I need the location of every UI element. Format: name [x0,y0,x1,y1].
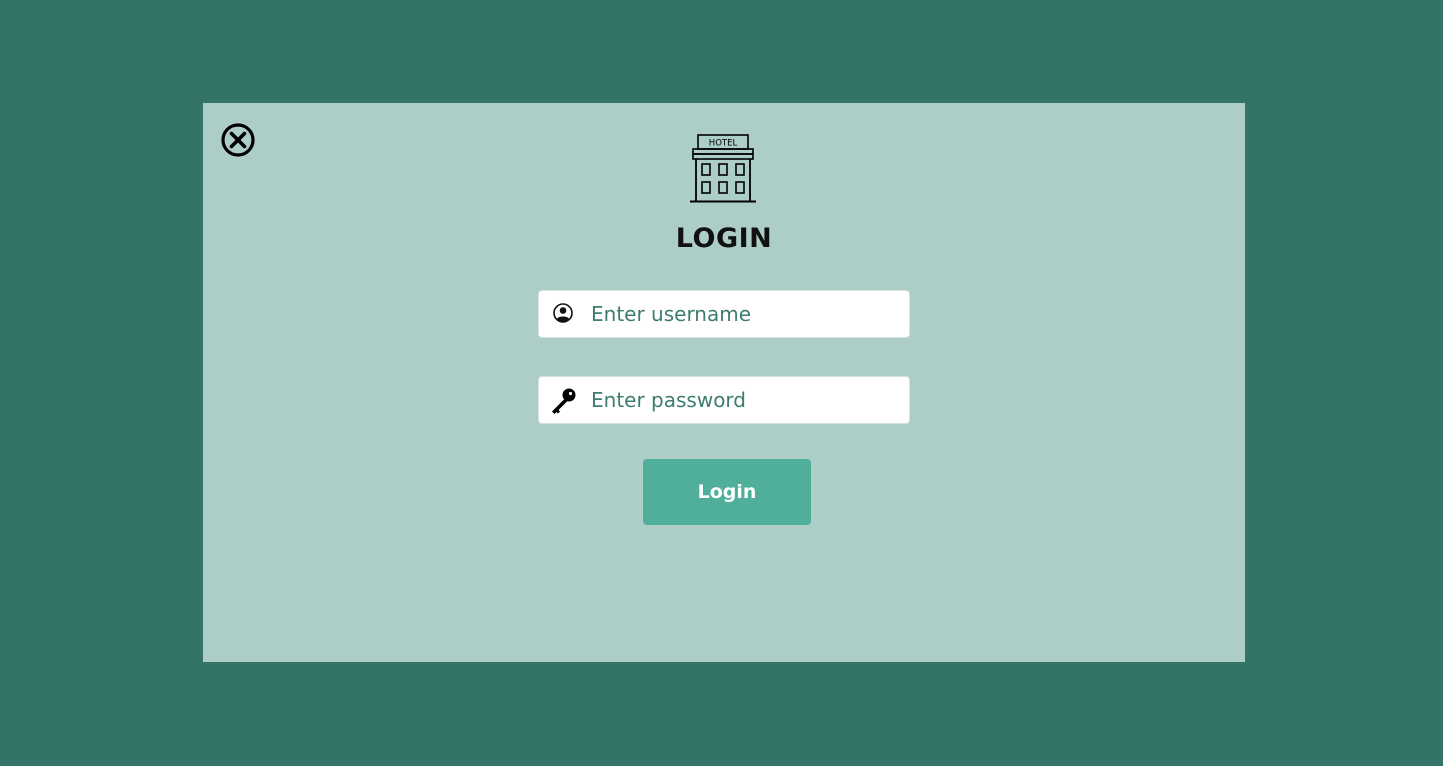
password-field[interactable] [538,376,910,424]
hotel-logo: HOTEL [688,133,758,205]
key-icon [549,386,579,416]
page-backdrop: HOTEL LOGIN Enter username Login [0,0,1443,766]
close-button[interactable] [220,122,256,158]
login-dialog: HOTEL LOGIN Enter username Login [203,103,1245,662]
username-input[interactable] [591,291,903,337]
username-field[interactable] [538,290,910,338]
hotel-sign-text: HOTEL [709,139,738,149]
close-circle-icon [221,123,255,157]
password-input[interactable] [591,377,903,423]
login-button[interactable]: Login [643,459,811,525]
user-circle-icon [549,300,579,330]
page-title: LOGIN [675,223,773,254]
hotel-building-icon: HOTEL [690,134,756,203]
